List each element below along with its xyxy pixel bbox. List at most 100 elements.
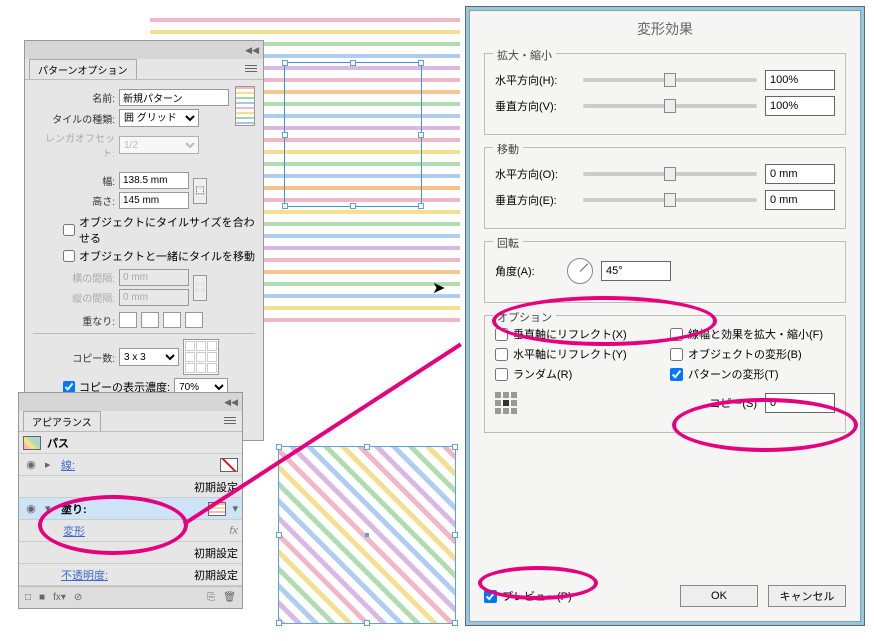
brick-offset-select: 1/2 bbox=[119, 136, 199, 154]
scale-h-slider[interactable] bbox=[583, 78, 757, 82]
tile-bounding-box[interactable] bbox=[284, 62, 422, 207]
copies-grid-icon bbox=[183, 339, 219, 375]
move-h-input[interactable] bbox=[765, 164, 835, 184]
width-input[interactable] bbox=[119, 172, 189, 189]
overlap-btn-2[interactable] bbox=[141, 312, 159, 328]
fx-menu-icon[interactable]: fx▾ bbox=[53, 592, 66, 603]
fill-label: 塗り: bbox=[61, 501, 202, 517]
move-v-label: 垂直方向(E): bbox=[495, 192, 575, 208]
random-label: ランダム(R) bbox=[513, 366, 572, 382]
reflect-x-label: 垂直軸にリフレクト(X) bbox=[513, 326, 627, 342]
stroke-label[interactable]: 線: bbox=[61, 460, 75, 472]
angle-dial[interactable] bbox=[567, 258, 593, 284]
reflect-x-checkbox[interactable] bbox=[495, 328, 508, 341]
brick-offset-label: レンガオフセット: bbox=[33, 130, 115, 160]
panel-tab-title[interactable]: アピアランス bbox=[23, 411, 101, 431]
path-label: パス bbox=[47, 435, 238, 451]
name-input[interactable] bbox=[119, 89, 229, 106]
appearance-fill-opacity-row[interactable]: x 初期設定 bbox=[19, 542, 242, 564]
new-stroke-icon[interactable]: □ bbox=[25, 592, 31, 603]
stripe bbox=[150, 18, 460, 22]
preview-checkbox[interactable] bbox=[484, 590, 497, 603]
transform-effect-dialog: 変形効果 拡大・縮小 水平方向(H): 垂直方向(V): 移動 水平方向(O):… bbox=[465, 6, 865, 626]
ok-button[interactable]: OK bbox=[680, 585, 758, 607]
move-tile-checkbox[interactable] bbox=[63, 250, 75, 262]
fit-tile-checkbox[interactable] bbox=[63, 224, 75, 236]
appearance-path-row[interactable]: パス bbox=[19, 432, 242, 454]
scale-v-label: 垂直方向(V): bbox=[495, 98, 575, 114]
scale-h-input[interactable] bbox=[765, 70, 835, 90]
panel-header[interactable]: ◀◀ bbox=[25, 41, 263, 59]
visibility-icon[interactable]: ◉ bbox=[23, 502, 39, 515]
new-fill-icon[interactable]: ■ bbox=[39, 592, 45, 603]
mouse-cursor-icon: ➤ bbox=[432, 278, 445, 298]
cancel-button[interactable]: キャンセル bbox=[768, 585, 846, 607]
link-dimensions-icon[interactable]: ⬚ bbox=[193, 178, 207, 204]
width-label: 幅: bbox=[33, 173, 115, 188]
dialog-title: 変形効果 bbox=[470, 11, 860, 47]
collapse-icon[interactable]: ◀◀ bbox=[224, 397, 238, 408]
pattern-options-panel: ◀◀ パターンオプション 名前: タイルの種類: 囲 グリッド レンガオフセット… bbox=[24, 40, 264, 441]
overlap-btn-3[interactable] bbox=[163, 312, 181, 328]
appearance-stroke-opacity-row[interactable]: x 初期設定 bbox=[19, 476, 242, 498]
clear-icon[interactable]: ⊘ bbox=[74, 592, 82, 603]
angle-label: 角度(A): bbox=[495, 263, 559, 279]
panel-menu-icon[interactable] bbox=[224, 417, 236, 426]
fill-swatch[interactable] bbox=[208, 502, 226, 516]
fx-icon: fx bbox=[229, 525, 238, 537]
default-label: 初期設定 bbox=[194, 567, 238, 583]
options-legend: オプション bbox=[493, 309, 556, 325]
opacity-label[interactable]: 不透明度: bbox=[61, 570, 108, 582]
scale-v-slider[interactable] bbox=[583, 104, 757, 108]
dropdown-icon[interactable]: ▾ bbox=[232, 502, 238, 515]
scale-h-label: 水平方向(H): bbox=[495, 72, 575, 88]
panel-header[interactable]: ◀◀ bbox=[19, 393, 242, 411]
appearance-opacity-row[interactable]: 不透明度: 初期設定 bbox=[19, 564, 242, 586]
visibility-icon[interactable]: ◉ bbox=[23, 458, 39, 471]
trash-icon[interactable]: 🗑 bbox=[223, 592, 236, 603]
duplicate-icon[interactable]: ⎘ bbox=[207, 592, 215, 603]
appearance-transform-row[interactable]: 変形 fx bbox=[19, 520, 242, 542]
transform-pattern-checkbox[interactable] bbox=[670, 368, 683, 381]
height-input[interactable] bbox=[119, 192, 189, 209]
link-gap-icon: ⬚ bbox=[193, 275, 207, 301]
move-h-slider[interactable] bbox=[583, 172, 757, 176]
vgap-input bbox=[119, 289, 189, 306]
angle-input[interactable] bbox=[601, 261, 671, 281]
panel-menu-icon[interactable] bbox=[245, 65, 257, 74]
tile-type-select[interactable]: 囲 グリッド bbox=[119, 109, 199, 127]
transform-pattern-label: パターンの変形(T) bbox=[688, 366, 779, 382]
stripe bbox=[150, 30, 460, 34]
name-label: 名前: bbox=[33, 90, 115, 105]
transform-obj-checkbox[interactable] bbox=[670, 348, 683, 361]
transform-link[interactable]: 変形 bbox=[63, 526, 85, 538]
collapse-icon[interactable]: ▾ bbox=[45, 502, 55, 515]
reflect-y-checkbox[interactable] bbox=[495, 348, 508, 361]
stroke-swatch[interactable] bbox=[220, 458, 238, 472]
move-v-slider[interactable] bbox=[583, 198, 757, 202]
appearance-stroke-row[interactable]: ◉ ▸ 線: bbox=[19, 454, 242, 476]
default-label: 初期設定 bbox=[194, 479, 238, 495]
scale-fieldset: 拡大・縮小 水平方向(H): 垂直方向(V): bbox=[484, 53, 846, 135]
path-swatch-icon bbox=[23, 436, 41, 450]
tile-thumbnail bbox=[235, 86, 255, 126]
overlap-btn-1[interactable] bbox=[119, 312, 137, 328]
copies-s-input[interactable] bbox=[765, 393, 835, 413]
scale-stroke-checkbox[interactable] bbox=[670, 328, 683, 341]
copies-select[interactable]: 3 x 3 bbox=[119, 348, 179, 366]
random-checkbox[interactable] bbox=[495, 368, 508, 381]
fit-tile-label: オブジェクトにタイルサイズを合わせる bbox=[79, 214, 255, 246]
collapse-icon[interactable]: ◀◀ bbox=[245, 45, 259, 56]
move-v-input[interactable] bbox=[765, 190, 835, 210]
appearance-fill-row[interactable]: ◉ ▾ 塗り: ▾ bbox=[19, 498, 242, 520]
overlap-btn-4[interactable] bbox=[185, 312, 203, 328]
anchor-grid-icon[interactable] bbox=[495, 392, 517, 414]
expand-icon[interactable]: ▸ bbox=[45, 458, 55, 471]
result-preview[interactable] bbox=[278, 446, 456, 624]
scale-v-input[interactable] bbox=[765, 96, 835, 116]
rotate-fieldset: 回転 角度(A): bbox=[484, 241, 846, 303]
appearance-panel: ◀◀ アピアランス パス ◉ ▸ 線: x 初期設定 ◉ ▾ 塗り: ▾ 変形 bbox=[18, 392, 243, 609]
height-label: 高さ: bbox=[33, 193, 115, 208]
overlap-label: 重なり: bbox=[33, 313, 115, 328]
panel-tab-title[interactable]: パターンオプション bbox=[29, 59, 137, 79]
